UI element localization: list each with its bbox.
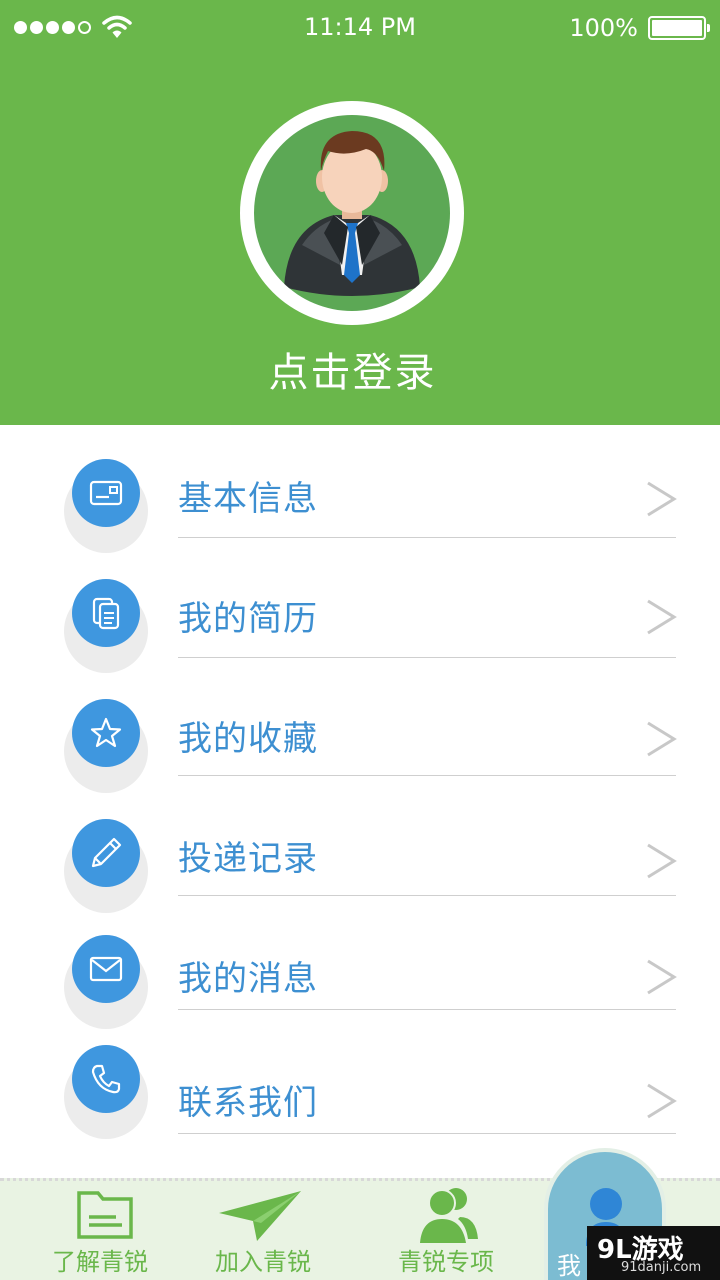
folder-icon bbox=[77, 1191, 133, 1239]
tab-join[interactable]: 加入青锐 bbox=[205, 1181, 335, 1280]
pencil-icon bbox=[72, 819, 140, 887]
menu-item-contact-us[interactable]: 联系我们 bbox=[0, 1035, 720, 1155]
chevron-right-icon bbox=[647, 959, 677, 995]
watermark-logo: 9L游戏 91danji.com bbox=[587, 1226, 720, 1280]
menu-item-label: 我的简历 bbox=[178, 599, 318, 639]
menu-item-basic-info[interactable]: 基本信息 bbox=[0, 439, 720, 559]
tab-about[interactable]: 了解青锐 bbox=[40, 1181, 170, 1280]
profile-header: 11:14 PM 100% 点击登录 bbox=[0, 0, 720, 425]
menu-item-my-favorites[interactable]: 我的收藏 bbox=[0, 679, 720, 799]
chevron-right-icon bbox=[647, 1083, 677, 1119]
phone-icon bbox=[72, 1045, 140, 1113]
menu-item-application-records[interactable]: 投递记录 bbox=[0, 799, 720, 919]
tab-label: 了解青锐 bbox=[52, 1248, 148, 1276]
chevron-right-icon bbox=[647, 599, 677, 635]
tab-special[interactable]: 青锐专项 bbox=[388, 1181, 518, 1280]
envelope-icon bbox=[72, 935, 140, 1003]
tab-label: 青锐专项 bbox=[398, 1248, 494, 1276]
chevron-right-icon bbox=[647, 481, 677, 517]
battery-percent: 100% bbox=[569, 14, 638, 42]
users-icon bbox=[420, 1188, 478, 1243]
status-bar: 11:14 PM 100% bbox=[0, 0, 720, 56]
menu-item-my-messages[interactable]: 我的消息 bbox=[0, 915, 720, 1035]
menu-item-label: 基本信息 bbox=[178, 479, 318, 519]
menu-item-my-resume[interactable]: 我的简历 bbox=[0, 559, 720, 679]
chevron-right-icon bbox=[647, 721, 677, 757]
id-card-icon bbox=[72, 459, 140, 527]
tab-label: 加入青锐 bbox=[215, 1248, 311, 1276]
document-icon bbox=[72, 579, 140, 647]
menu-item-label: 我的消息 bbox=[178, 959, 318, 999]
battery-icon bbox=[648, 16, 710, 40]
login-prompt[interactable]: 点击登录 bbox=[0, 340, 705, 398]
chevron-right-icon bbox=[647, 843, 677, 879]
tab-me-label: 我 bbox=[557, 1252, 581, 1280]
menu-item-label: 联系我们 bbox=[178, 1083, 318, 1123]
menu-item-label: 投递记录 bbox=[178, 839, 318, 879]
paper-plane-icon bbox=[219, 1191, 301, 1241]
star-icon bbox=[72, 699, 140, 767]
menu-item-label: 我的收藏 bbox=[178, 719, 318, 759]
businessman-avatar-icon[interactable] bbox=[254, 115, 450, 311]
